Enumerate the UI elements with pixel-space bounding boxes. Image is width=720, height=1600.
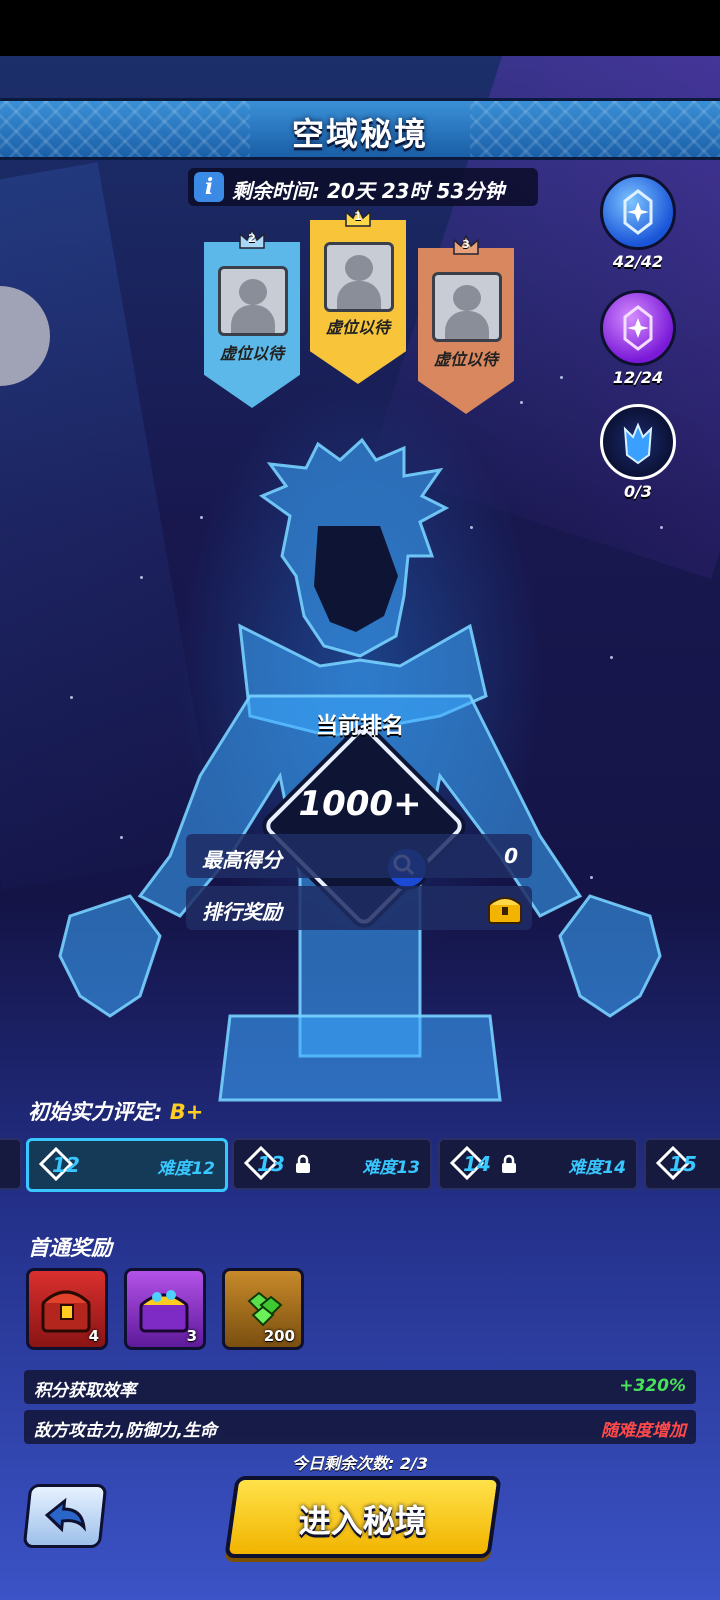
lock-icon [502,1154,516,1173]
avatar-placeholder [324,242,394,312]
resource-count: 42/42 [612,252,664,271]
efficiency-label: 积分获取效率 [34,1381,136,1401]
difficulty-number: 13 [257,1152,285,1176]
difficulty-number: 14 [463,1152,491,1176]
enter-realm-label: 进入秘境 [298,1502,427,1540]
purple-crystal-icon [600,290,676,366]
remaining-attempts: 今日剩余次数: 2/3 [291,1454,429,1473]
info-icon[interactable]: i [194,172,224,202]
efficiency-row: 积分获取效率 +320% [24,1370,696,1404]
difficulty-card-prev[interactable] [0,1138,22,1190]
game-scene: 空域秘境 i 剩余时间: 20天 23时 53分钟 2 虚位以待 1 虚位以待 … [0,56,720,1600]
difficulty-number: 15 [669,1152,697,1176]
blue-crystal-resource[interactable]: 42/42 [600,174,676,271]
strength-assessment: 初始实力评定: B+ [28,1096,203,1126]
page-title: 空域秘境 [291,115,428,153]
assessment-grade: B+ [169,1100,204,1124]
treasure-chest-icon[interactable] [486,891,524,925]
rank-number: 2 [248,232,256,245]
enemy-stats-label: 敌方攻击力,防御力,生命 [34,1421,217,1441]
assessment-label: 初始实力评定: [28,1100,170,1124]
remaining-time-label: 剩余时间: 20天 23时 53分钟 [232,179,505,203]
first-clear-title: 首通奖励 [28,1236,112,1260]
rank-number: 3 [462,238,470,251]
back-button[interactable] [22,1484,108,1548]
reward-red-chest[interactable]: 4 [26,1268,108,1350]
reward-amount: 200 [263,1327,295,1345]
rank-reward-row[interactable]: 排行奖励 [186,886,532,930]
rank-3-banner[interactable]: 3 虚位以待 [418,234,514,414]
rank-reward-label: 排行奖励 [202,900,282,924]
high-score-label: 最高得分 [202,848,282,872]
reward-amount: 4 [88,1327,99,1345]
rank-label: 虚位以待 [219,344,284,363]
avatar-placeholder [432,272,502,342]
current-rank-value: 1000+ [298,784,422,824]
rank-label: 虚位以待 [433,350,498,369]
enter-realm-button[interactable]: 进入秘境 [224,1476,502,1558]
rank-number: 1 [354,210,362,223]
rank-label: 虚位以待 [325,318,390,337]
title-banner: 空域秘境 [0,98,720,160]
dark-crystal-icon [600,404,676,480]
blue-crystal-icon [600,174,676,250]
rank-1-banner[interactable]: 1 虚位以待 [310,206,406,386]
rank-2-banner[interactable]: 2 虚位以待 [204,228,300,408]
efficiency-value: +320% [619,1376,686,1396]
difficulty-card-14[interactable]: 14 难度14 [438,1138,638,1190]
dark-crystal-resource[interactable]: 0/3 [600,404,676,501]
difficulty-card-12[interactable]: 12 难度12 [26,1138,228,1192]
current-rank-title: 当前排名 [315,714,404,739]
back-arrow-icon [44,1497,86,1533]
high-score-row: 最高得分 0 [186,834,532,878]
enemy-stats-value: 随难度增加 [601,1421,686,1441]
avatar-placeholder [218,266,288,336]
status-bar [0,0,720,56]
resource-count: 12/24 [612,368,664,387]
difficulty-label: 难度12 [157,1159,215,1179]
difficulty-card-13[interactable]: 13 难度13 [232,1138,432,1190]
difficulty-label: 难度13 [362,1158,420,1178]
reward-purple-chest[interactable]: 3 [124,1268,206,1350]
purple-crystal-resource[interactable]: 12/24 [600,290,676,387]
reward-amount: 3 [186,1327,197,1345]
reward-green-gems[interactable]: 200 [222,1268,304,1350]
difficulty-card-15[interactable]: 15 [644,1138,720,1190]
lock-icon [296,1154,310,1173]
remaining-time: i 剩余时间: 20天 23时 53分钟 [188,168,538,206]
high-score-value: 0 [504,844,518,868]
difficulty-selector[interactable]: 12 难度12 13 难度13 14 难度14 15 [0,1138,720,1192]
resource-count: 0/3 [623,482,653,501]
enemy-stats-row: 敌方攻击力,防御力,生命 随难度增加 [24,1410,696,1444]
difficulty-label: 难度14 [568,1158,626,1178]
difficulty-number: 12 [52,1153,80,1177]
